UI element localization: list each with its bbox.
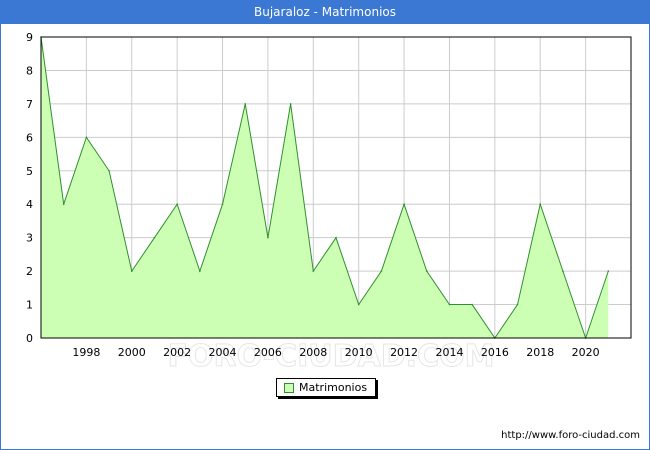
- data-point: [108, 169, 110, 172]
- data-point: [448, 303, 451, 306]
- legend-swatch: [284, 383, 294, 393]
- y-tick-label: 3: [26, 232, 33, 245]
- data-point: [380, 270, 383, 272]
- data-point: [607, 270, 610, 272]
- legend: Matrimonios: [276, 378, 376, 397]
- data-point: [199, 270, 201, 272]
- x-tick-label: 2020: [572, 346, 600, 359]
- legend-label: Matrimonios: [299, 381, 368, 394]
- data-point: [403, 203, 405, 206]
- data-point: [289, 103, 292, 105]
- data-point: [62, 203, 65, 206]
- x-tick-label: 2000: [118, 346, 146, 359]
- data-point: [221, 203, 224, 206]
- chart-frame: Bujaraloz - Matrimonios FORO-CIUDAD.COM …: [0, 0, 650, 450]
- data-point: [425, 270, 428, 272]
- x-tick-label: 2010: [345, 346, 373, 359]
- x-tick-label: 2002: [163, 346, 191, 359]
- y-axis-ticks: 0 1 2 3 4 5 6 7 8 9: [26, 31, 33, 345]
- series-area: [40, 36, 610, 340]
- x-tick-label: 2006: [254, 346, 282, 359]
- data-point: [312, 270, 315, 272]
- data-point: [516, 303, 519, 306]
- y-tick-label: 8: [26, 64, 33, 77]
- y-tick-label: 4: [26, 198, 33, 211]
- y-tick-label: 9: [26, 31, 33, 44]
- series-area-fill: [41, 37, 609, 338]
- data-point: [176, 203, 178, 206]
- x-tick-label: 2014: [435, 346, 463, 359]
- x-tick-label: 2012: [390, 346, 418, 359]
- y-tick-label: 7: [26, 98, 33, 111]
- data-point: [85, 136, 88, 139]
- data-point: [244, 103, 247, 105]
- y-tick-label: 1: [26, 299, 33, 312]
- y-tick-label: 6: [26, 131, 33, 144]
- data-point: [357, 303, 360, 306]
- data-point: [539, 203, 542, 206]
- x-tick-label: 1998: [72, 346, 100, 359]
- x-tick-label: 2016: [481, 346, 509, 359]
- y-tick-label: 5: [26, 165, 33, 178]
- y-tick-label: 2: [26, 265, 33, 278]
- y-tick-label: 0: [26, 332, 33, 345]
- data-point: [130, 270, 133, 272]
- source-url: http://www.foro-ciudad.com: [501, 430, 640, 441]
- x-tick-label: 2008: [299, 346, 327, 359]
- data-point: [562, 270, 564, 272]
- x-tick-label: 2018: [526, 346, 554, 359]
- data-point: [471, 303, 473, 306]
- data-point: [267, 236, 269, 239]
- data-point: [153, 236, 156, 239]
- data-point: [335, 236, 337, 239]
- x-tick-label: 2004: [209, 346, 237, 359]
